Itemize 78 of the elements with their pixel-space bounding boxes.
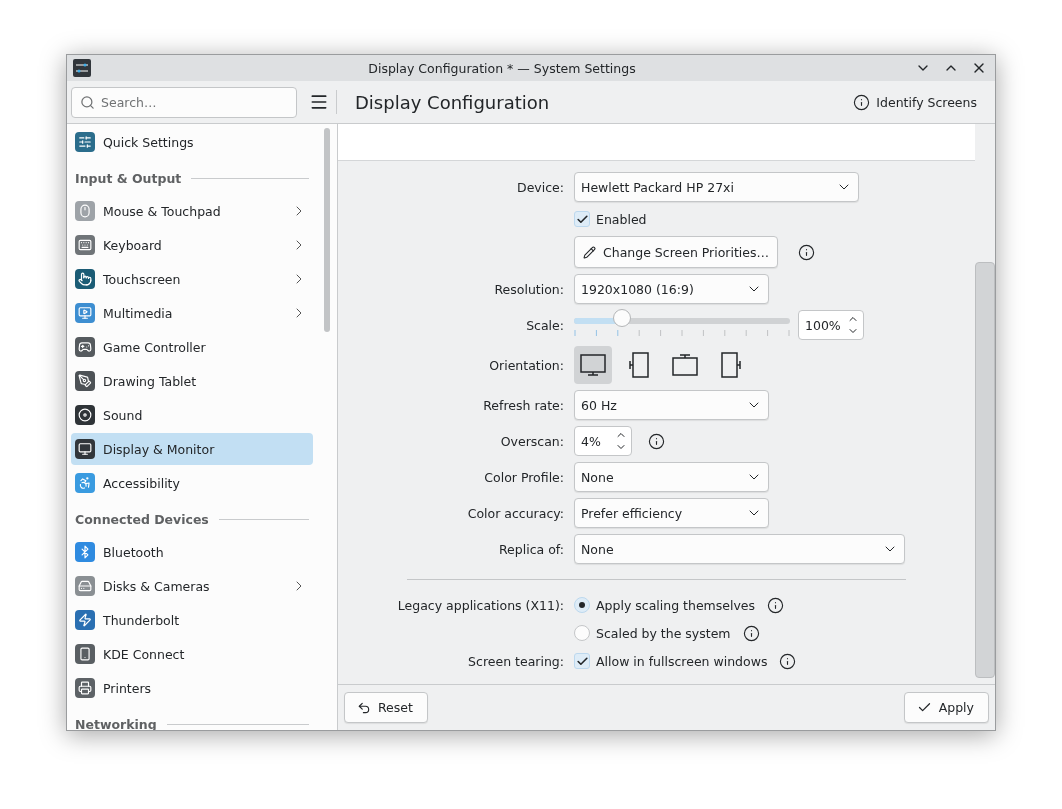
sidebar-item[interactable]: KDE Connect <box>71 638 313 670</box>
dropdown[interactable]: Prefer efficiency <box>574 498 769 528</box>
dropdown[interactable]: None <box>574 534 905 564</box>
sidebar-item[interactable]: Bluetooth <box>71 536 313 568</box>
mouse-icon <box>75 201 95 221</box>
video-player-icon <box>75 303 95 323</box>
sliders-icon <box>75 132 95 152</box>
radio-button[interactable] <box>574 597 590 613</box>
field-label: Overscan: <box>499 433 564 449</box>
printer-icon <box>75 678 95 698</box>
checkbox[interactable] <box>574 653 590 669</box>
bluetooth-icon <box>75 542 95 562</box>
sidebar-item[interactable]: Printers <box>71 672 313 704</box>
sidebar-item[interactable]: Multimedia <box>71 297 313 329</box>
phone-icon <box>75 644 95 664</box>
dropdown[interactable]: None <box>574 462 769 492</box>
info-icon[interactable] <box>798 243 816 261</box>
apply-button[interactable]: Apply <box>903 692 989 723</box>
identify-screens-button[interactable]: Identify Screens <box>847 92 983 112</box>
info-icon[interactable] <box>742 624 760 642</box>
lightning-icon <box>75 610 95 630</box>
sidebar-item[interactable]: Mouse & Touchpad <box>71 195 313 227</box>
info-icon[interactable] <box>648 432 665 450</box>
dropdown[interactable]: Hewlett Packard HP 27xi <box>574 172 859 202</box>
field-label: Scale: <box>525 317 564 333</box>
section-heading: Input & Output <box>75 170 182 186</box>
field-label: Refresh rate: <box>482 397 564 413</box>
search-field[interactable]: Search… <box>71 86 297 118</box>
sidebar-item[interactable]: Game Controller <box>71 331 313 363</box>
change-priorities-button[interactable]: Change Screen Priorities… <box>574 236 779 268</box>
field-label: Resolution: <box>493 281 564 297</box>
info-icon <box>853 93 871 111</box>
page-title: Display Configuration <box>355 91 551 113</box>
checkbox[interactable] <box>574 211 590 227</box>
sidebar-item[interactable]: Thunderbolt <box>71 604 313 636</box>
section-heading: Connected Devices <box>75 511 209 527</box>
field-label: Orientation: <box>488 357 564 373</box>
window-title: Display Configuration * — System Settings <box>367 60 637 76</box>
checkbox-label: Allow in fullscreen windows <box>596 653 768 669</box>
spin-box[interactable]: 4% <box>574 426 632 456</box>
scrollbar[interactable] <box>975 262 995 678</box>
info-icon[interactable] <box>779 652 797 670</box>
gamepad-icon <box>75 337 95 357</box>
keyboard-icon <box>75 235 95 255</box>
sliders-icon <box>73 59 91 77</box>
field-label: Color accuracy: <box>466 505 564 521</box>
field-label: Legacy applications (X11): <box>396 597 564 613</box>
accessibility-icon <box>75 473 95 493</box>
orientation-button[interactable] <box>574 346 612 384</box>
radio-button[interactable] <box>574 625 590 641</box>
dropdown[interactable]: 60 Hz <box>574 390 769 420</box>
scrollbar[interactable] <box>324 128 330 332</box>
sidebar-item[interactable]: Keyboard <box>71 229 313 261</box>
field-label: Device: <box>516 179 564 195</box>
drive-icon <box>75 576 95 596</box>
sidebar-item[interactable]: Display & Monitor <box>71 433 313 465</box>
pencil-icon <box>583 245 596 259</box>
spin-box[interactable]: 100% <box>798 310 864 340</box>
sidebar-item[interactable]: Disks & Cameras <box>71 570 313 602</box>
sidebar-item[interactable]: Sound <box>71 399 313 431</box>
field-label: Replica of: <box>498 541 564 557</box>
dropdown[interactable]: 1920x1080 (16:9) <box>574 274 769 304</box>
field-label: Screen tearing: <box>467 653 564 669</box>
undo-icon <box>357 700 371 715</box>
sidebar-item[interactable]: Quick Settings <box>71 126 313 158</box>
checkbox-label: Enabled <box>596 211 647 227</box>
sidebar-item[interactable]: Touchscreen <box>71 263 313 295</box>
pointing-hand-icon <box>75 269 95 289</box>
pen-icon <box>75 371 95 391</box>
info-icon[interactable] <box>767 596 785 614</box>
knob-icon <box>75 405 95 425</box>
sidebar-item[interactable]: Drawing Tablet <box>71 365 313 397</box>
radio-label: Apply scaling themselves <box>596 597 756 613</box>
sidebar-item[interactable]: Accessibility <box>71 467 313 499</box>
radio-label: Scaled by the system <box>596 625 731 641</box>
field-label: Color Profile: <box>483 469 564 485</box>
reset-button[interactable]: Reset <box>344 692 428 723</box>
monitor-icon <box>75 439 95 459</box>
